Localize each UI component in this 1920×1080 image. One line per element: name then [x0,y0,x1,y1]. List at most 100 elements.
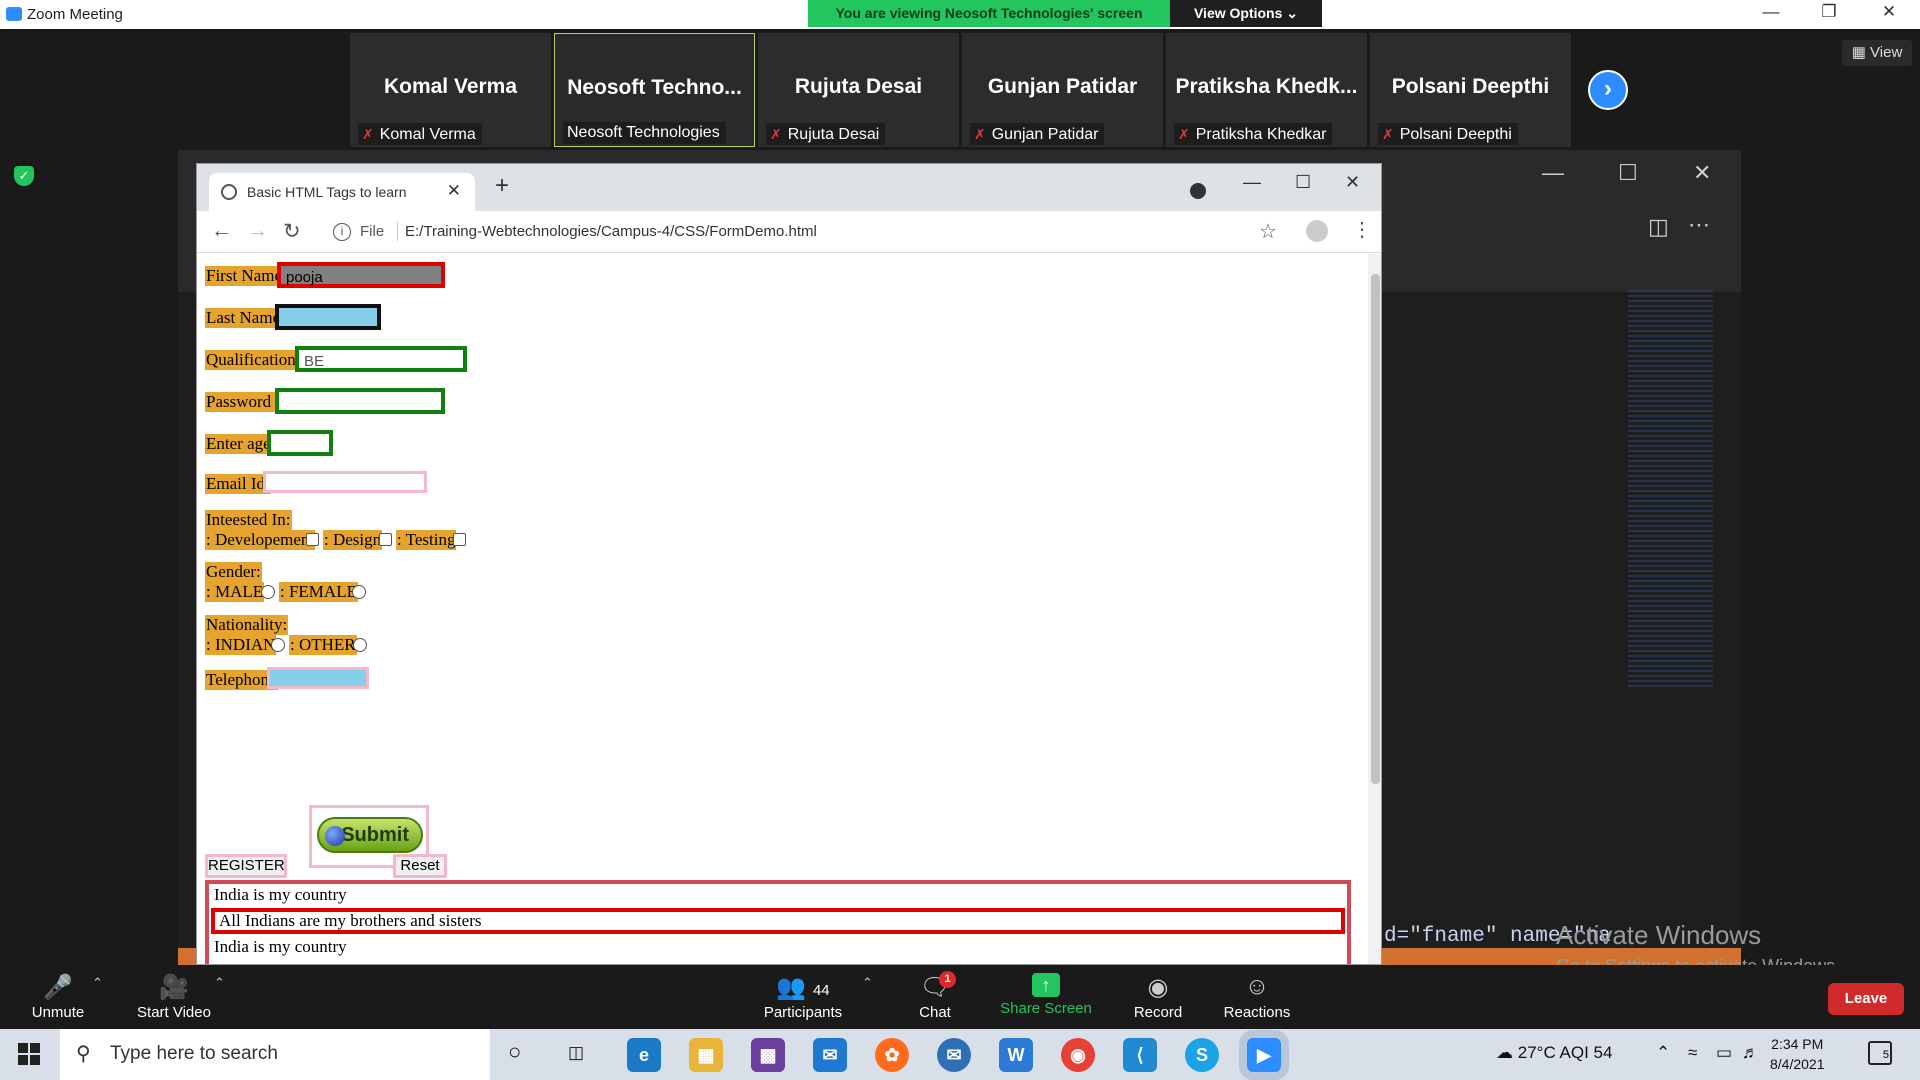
taskbar-search-box[interactable]: ⚲ Type here to search [60,1029,490,1080]
weather-widget[interactable]: ☁ 27°C AQI 54 [1496,1043,1612,1063]
interest-design-checkbox[interactable] [379,533,392,546]
view-options-button[interactable]: View Options ⌄ [1170,0,1322,27]
chrome-close-icon[interactable]: ✕ [1345,172,1360,193]
tab-close-icon[interactable]: ✕ [447,181,461,201]
profile-avatar-icon[interactable] [1306,220,1328,242]
participant-tile[interactable]: Rujuta Desai ✗ Rujuta Desai [758,33,959,147]
skype-icon[interactable]: S [1185,1038,1219,1072]
chrome-icon[interactable]: ◉ [1061,1038,1095,1072]
participant-label: ✗ Polsani Deepthi [1378,123,1518,145]
participant-label: ✗ Gunjan Patidar [970,123,1105,145]
gender-female-label: : FEMALE [279,582,358,602]
record-button[interactable]: ◉ Record [1132,973,1184,1021]
participant-label-text: Komal Verma [379,126,476,143]
interest-development-checkbox[interactable] [306,533,319,546]
participant-tile[interactable]: Komal Verma ✗ Komal Verma [350,33,551,147]
task-view-icon[interactable]: ◫ [568,1043,584,1063]
taskbar-clock[interactable]: 2:34 PM 8/4/2021 [1770,1034,1825,1074]
participants-caret-icon[interactable]: ⌃ [862,975,873,991]
windows-start-icon[interactable] [18,1043,40,1065]
chrome-minimize-icon[interactable]: — [1243,172,1261,193]
address-bar[interactable]: E:/Training-Webtechnologies/Campus-4/CSS… [405,223,817,240]
security-shield-icon[interactable]: ✓ [14,166,34,186]
scrollbar-thumb[interactable] [1371,274,1380,784]
start-video-label: Start Video [137,1004,211,1021]
participant-tile[interactable]: Pratiksha Khedk... ✗ Pratiksha Khedkar [1166,33,1367,147]
nationality-other-radio[interactable] [353,638,367,652]
firefox-icon[interactable]: ✿ [875,1038,909,1072]
tab-search-icon[interactable] [1190,183,1206,199]
share-screen-button[interactable]: ↑ Share Screen [1000,973,1092,1017]
back-icon[interactable]: ← [211,219,232,243]
file-explorer-icon[interactable]: ▦ [689,1038,723,1072]
email-label: Email Id: [205,474,271,494]
zoom-taskbar-icon[interactable]: ▶ [1247,1038,1281,1072]
browser-toolbar: ← → ↻ i File E:/Training-Webtechnologies… [197,211,1381,253]
record-icon: ◉ [1147,974,1169,1001]
vscode-close-icon: ✕ [1693,160,1712,185]
first-name-input[interactable]: pooja [277,262,445,288]
start-video-button[interactable]: 🎥 Start Video [132,973,216,1021]
bookmark-star-icon[interactable]: ☆ [1259,219,1277,244]
interest-testing-checkbox[interactable] [453,533,466,546]
battery-icon[interactable]: ▭ [1716,1043,1732,1063]
qualification-label: Qualification : [205,350,306,370]
globe-icon [221,184,237,200]
mail-icon[interactable]: ✉ [813,1038,847,1072]
search-placeholder: Type here to search [110,1043,278,1064]
participant-tile[interactable]: Gunjan Patidar ✗ Gunjan Patidar [962,33,1163,147]
participant-tile-active-speaker[interactable]: Neosoft Techno... Neosoft Technologies [554,33,755,147]
wifi-icon[interactable]: ≈ [1688,1043,1697,1063]
tab-title: Basic HTML Tags to learn [247,184,407,200]
age-input[interactable] [267,430,333,456]
chrome-menu-icon[interactable]: ⋮ [1352,217,1372,242]
next-participants-icon[interactable]: › [1588,70,1628,110]
weather-text: 27°C AQI 54 [1517,1043,1613,1062]
store-icon[interactable]: ▩ [751,1038,785,1072]
audio-options-caret-icon[interactable]: ⌃ [92,975,103,991]
participant-tile[interactable]: Polsani Deepthi ✗ Polsani Deepthi [1370,33,1571,147]
minimize-icon[interactable]: — [1748,2,1794,22]
browser-tab[interactable]: Basic HTML Tags to learn ✕ [209,173,475,211]
participants-button[interactable]: 👥 44 Participants [760,973,846,1021]
restore-icon[interactable]: ❐ [1806,2,1852,22]
telephone-input[interactable] [267,667,369,689]
notifications-icon[interactable]: 5 [1868,1041,1892,1065]
nationality-indian-radio[interactable] [271,638,285,652]
tray-overflow-icon[interactable]: ⌃ [1656,1043,1670,1063]
email-input[interactable] [263,471,427,493]
cortana-icon[interactable]: ○ [508,1039,521,1065]
view-layout-button[interactable]: ▦ View [1842,40,1912,66]
reset-button[interactable]: Reset [393,854,447,878]
last-name-input[interactable] [275,304,381,330]
mic-muted-icon: ✗ [1178,126,1190,142]
forward-icon[interactable]: → [247,219,268,243]
gender-male-radio[interactable] [261,585,275,599]
text-line: All Indians are my brothers and sisters [219,911,482,930]
leave-button[interactable]: Leave [1828,983,1904,1015]
participant-label-text: Neosoft Technologies [567,124,720,141]
info-icon[interactable]: i [333,223,351,241]
edge-icon[interactable]: e [627,1038,661,1072]
qualification-input[interactable]: BE [295,346,467,372]
close-icon[interactable]: ✕ [1866,2,1912,22]
chrome-maximize-icon[interactable]: ☐ [1295,172,1311,193]
vscode-icon[interactable]: ⟨ [1123,1038,1157,1072]
register-button[interactable]: REGISTER [205,854,287,878]
clock-date: 8/4/2021 [1770,1056,1825,1072]
unmute-button[interactable]: 🎤 Unmute [28,973,88,1021]
video-options-caret-icon[interactable]: ⌃ [214,975,225,991]
new-tab-icon[interactable]: + [495,172,509,200]
participant-label-text: Pratiksha Khedkar [1195,126,1327,143]
password-input[interactable] [275,388,445,414]
last-name-label: Last Name: [205,308,286,328]
page-scrollbar[interactable] [1368,254,1381,964]
share-screen-icon: ↑ [1032,973,1060,997]
reactions-button[interactable]: ☺ Reactions [1222,973,1292,1021]
thunderbird-icon[interactable]: ✉ [937,1038,971,1072]
reload-icon[interactable]: ↻ [283,219,301,244]
word-icon[interactable]: W [999,1038,1033,1072]
gender-female-radio[interactable] [352,585,366,599]
participant-label: ✗ Pratiksha Khedkar [1174,123,1333,145]
volume-icon[interactable]: ♬ [1742,1043,1759,1063]
